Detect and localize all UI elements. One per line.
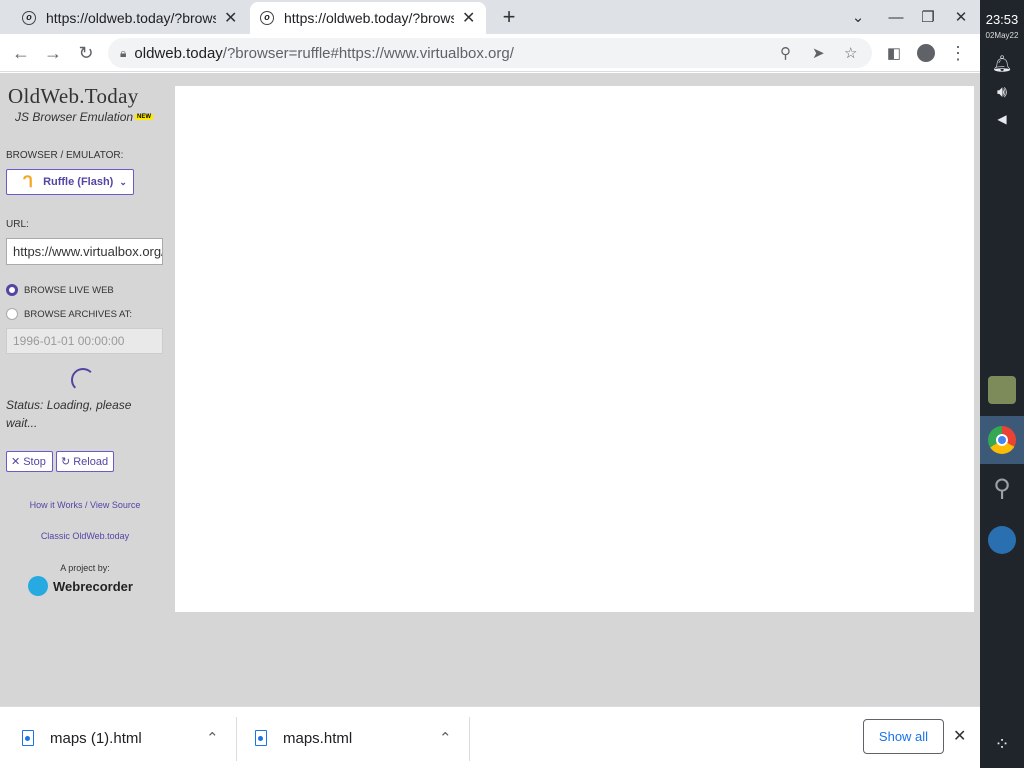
- close-tab-icon[interactable]: ✕: [224, 8, 237, 28]
- classic-oldweb-link[interactable]: Classic OldWeb.today: [0, 531, 170, 541]
- notification-bell-icon[interactable]: 🔔︎: [980, 54, 1024, 74]
- side-panel-icon[interactable]: ◧: [878, 34, 910, 72]
- webrecorder-logo[interactable]: Webrecorder: [28, 576, 133, 596]
- project-by-label: A project by:: [60, 563, 110, 573]
- url-input[interactable]: https://www.virtualbox.org/: [6, 238, 163, 265]
- close-icon: ✕: [11, 456, 21, 468]
- lock-icon[interactable]: 🔒︎: [120, 46, 126, 61]
- status-text: Status: Loading, please wait...: [6, 398, 132, 430]
- html-file-icon: [22, 730, 34, 746]
- url-label: URL:: [6, 219, 29, 230]
- close-downloads-icon[interactable]: ✕: [953, 726, 966, 746]
- browse-live-label[interactable]: BROWSE LIVE WEB: [24, 285, 114, 296]
- tab-title: https://oldweb.today/?browser=ruffle#htt…: [46, 10, 216, 26]
- browse-live-radio[interactable]: [6, 284, 18, 296]
- volume-icon[interactable]: 🔊︎: [980, 84, 1024, 102]
- html-file-icon: [255, 730, 267, 746]
- browse-archives-radio[interactable]: [6, 308, 18, 320]
- address-host: oldweb.today: [134, 44, 223, 62]
- archive-date-input[interactable]: 1996-01-01 00:00:00: [6, 328, 163, 354]
- download-item[interactable]: maps.html ⌃: [255, 707, 460, 769]
- menu-icon[interactable]: ⋮: [942, 34, 974, 72]
- download-filename: maps.html: [283, 729, 353, 747]
- divider: [469, 717, 470, 761]
- chevron-down-icon: ⌄: [119, 176, 127, 187]
- browser-toolbar: ← → ↻ 🔒︎ oldweb.today/?browser=ruffle#ht…: [0, 34, 980, 72]
- emulator-select-button[interactable]: ᒉ Ruffle (Flash) ⌄: [6, 169, 134, 195]
- stop-label: Stop: [23, 455, 46, 468]
- zoom-icon[interactable]: ⚲: [780, 44, 791, 62]
- webrecorder-label: Webrecorder: [53, 578, 133, 594]
- tab-1[interactable]: o https://oldweb.today/?browser=ruffle#h…: [12, 2, 248, 34]
- app-launcher-icon[interactable]: [988, 526, 1016, 554]
- show-all-button[interactable]: Show all: [863, 719, 944, 754]
- download-item[interactable]: maps (1).html ⌃: [22, 707, 227, 769]
- search-icon[interactable]: ⚲: [980, 474, 1024, 503]
- chevron-up-icon[interactable]: ⌃: [439, 729, 452, 747]
- reload-label: Reload: [73, 455, 109, 468]
- send-icon[interactable]: ➤: [812, 44, 825, 62]
- collapse-arrow-icon[interactable]: ◀: [980, 112, 1024, 126]
- bookmark-star-icon[interactable]: ☆: [844, 44, 857, 62]
- profile-avatar-icon[interactable]: [910, 34, 942, 72]
- minimize-icon[interactable]: —: [880, 0, 912, 34]
- new-tab-button[interactable]: +: [493, 0, 525, 34]
- files-app-icon[interactable]: [988, 376, 1016, 404]
- download-shelf: maps (1).html ⌃ maps.html ⌃: [0, 706, 980, 768]
- address-bar[interactable]: 🔒︎ oldweb.today/?browser=ruffle#https://…: [108, 38, 872, 68]
- stop-button[interactable]: ✕ Stop: [6, 451, 53, 472]
- ruffle-icon: ᒉ: [23, 174, 34, 191]
- emulator-viewport[interactable]: [175, 86, 974, 612]
- tab-title: https://oldweb.today/?browser=ruffle#htt…: [284, 10, 454, 26]
- tab-2[interactable]: o https://oldweb.today/?browser=ruffle#h…: [250, 2, 486, 34]
- loading-spinner-icon: [71, 368, 95, 392]
- shelf-date[interactable]: 02May22: [980, 31, 1024, 40]
- close-window-icon[interactable]: ✕: [945, 0, 977, 34]
- forward-icon[interactable]: →: [37, 34, 69, 72]
- oldweb-favicon-icon: o: [260, 11, 274, 25]
- oldweb-favicon-icon: o: [22, 11, 36, 25]
- how-it-works-link[interactable]: How it Works / View Source: [0, 500, 170, 510]
- subtitle: JS Browser Emulation: [15, 110, 134, 124]
- clock[interactable]: 23:53: [980, 12, 1024, 27]
- emulator-label: BROWSER / EMULATOR:: [6, 150, 124, 161]
- back-icon[interactable]: ←: [5, 34, 37, 72]
- chrome-app-icon[interactable]: [988, 426, 1016, 454]
- close-tab-icon[interactable]: ✕: [462, 8, 475, 28]
- restore-icon[interactable]: ❐: [912, 0, 944, 34]
- reload-icon: ↻: [61, 456, 71, 468]
- browse-archives-label[interactable]: BROWSE ARCHIVES AT:: [24, 309, 132, 320]
- address-path: /?browser=ruffle#https://www.virtualbox.…: [222, 44, 514, 62]
- webrecorder-icon: [28, 576, 48, 596]
- chevron-up-icon[interactable]: ⌃: [206, 729, 219, 747]
- reload-button[interactable]: ↻ Reload: [56, 451, 114, 472]
- tab-search-icon[interactable]: ⌄: [842, 0, 874, 34]
- shelf-launcher-icon[interactable]: ⁘: [980, 734, 1024, 755]
- new-badge: NEW: [135, 114, 153, 120]
- divider: [236, 717, 237, 761]
- download-filename: maps (1).html: [50, 729, 142, 747]
- oldweb-logo[interactable]: OldWeb.Today: [8, 84, 139, 109]
- emulator-value: Ruffle (Flash): [43, 176, 114, 188]
- reload-icon[interactable]: ↻: [70, 34, 102, 72]
